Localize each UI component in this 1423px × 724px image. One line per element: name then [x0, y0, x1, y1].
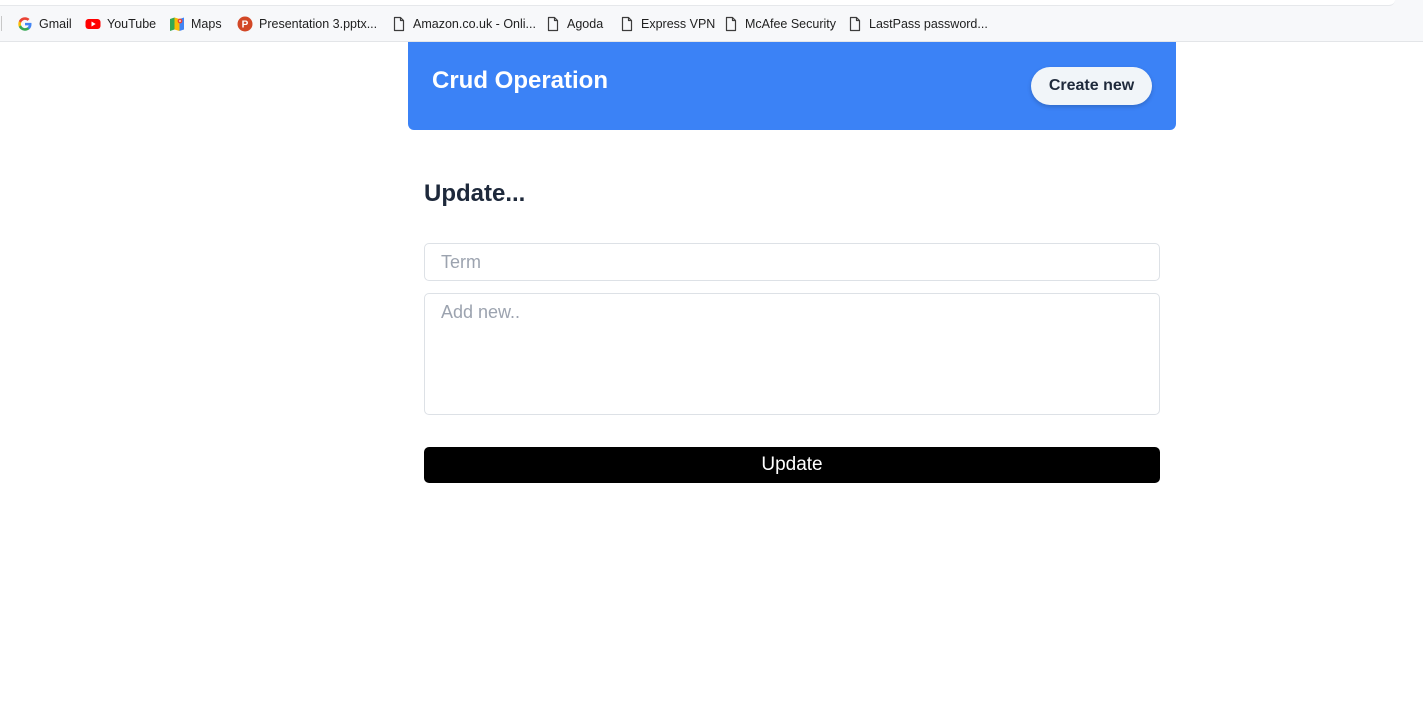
maps-icon	[169, 16, 185, 32]
bookmarks-bar: Gmail YouTube Maps P Presentation 3.pptx…	[0, 0, 1423, 42]
page-icon	[391, 16, 407, 32]
form-title: Update...	[424, 180, 526, 207]
bookmark-label: Gmail	[39, 17, 72, 31]
google-icon	[17, 16, 33, 32]
bar-divider	[1, 16, 2, 31]
powerpoint-icon: P	[237, 16, 253, 32]
bookmark-express-vpn[interactable]: Express VPN	[619, 14, 715, 34]
tab-strip-edge	[0, 0, 1395, 6]
bookmark-label: Agoda	[567, 17, 604, 31]
bookmark-label: Amazon.co.uk - Onli...	[413, 17, 536, 31]
bookmark-maps[interactable]: Maps	[169, 14, 222, 34]
app-title: Crud Operation	[432, 67, 609, 94]
app-header: Crud Operation Create new	[408, 42, 1176, 130]
bookmark-label: Express VPN	[641, 17, 716, 31]
page-icon	[545, 16, 561, 32]
bookmark-lastpass[interactable]: LastPass password...	[847, 14, 988, 34]
bookmark-label: Maps	[191, 17, 222, 31]
youtube-icon	[85, 16, 101, 32]
bookmark-gmail[interactable]: Gmail	[17, 14, 72, 34]
term-input[interactable]	[424, 243, 1160, 281]
update-button[interactable]: Update	[424, 447, 1160, 483]
bookmark-label: YouTube	[107, 17, 157, 31]
bookmark-presentation[interactable]: P Presentation 3.pptx...	[237, 14, 377, 34]
bookmark-label: Presentation 3.pptx...	[259, 17, 378, 31]
page-icon	[847, 16, 863, 32]
svg-text:P: P	[242, 20, 249, 31]
bookmark-mcafee[interactable]: McAfee Security	[723, 14, 836, 34]
page-icon	[723, 16, 739, 32]
description-textarea[interactable]	[424, 293, 1160, 415]
bookmark-amazon[interactable]: Amazon.co.uk - Onli...	[391, 14, 536, 34]
page-icon	[619, 16, 635, 32]
bookmark-youtube[interactable]: YouTube	[85, 14, 156, 34]
bookmark-label: LastPass password...	[869, 17, 988, 31]
create-new-button[interactable]: Create new	[1031, 67, 1152, 105]
bookmark-label: McAfee Security	[745, 17, 837, 31]
bookmark-agoda[interactable]: Agoda	[545, 14, 603, 34]
